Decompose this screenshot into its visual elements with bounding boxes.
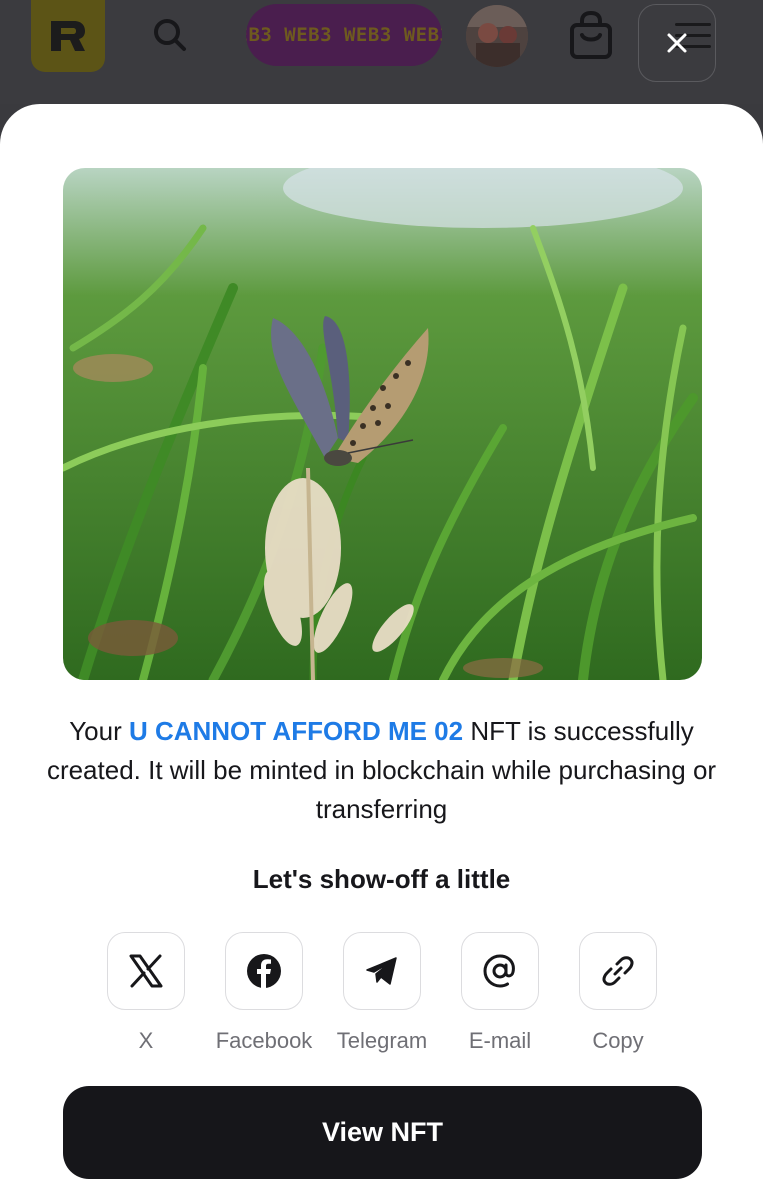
share-email-button[interactable]	[461, 932, 539, 1010]
share-label-telegram: Telegram	[336, 1028, 428, 1053]
share-telegram[interactable]: Telegram	[323, 932, 441, 1056]
success-message: Your U CANNOT AFFORD ME 02 NFT is succes…	[40, 712, 723, 829]
butterfly-photo	[63, 168, 702, 680]
view-nft-button[interactable]: View NFT	[63, 1086, 702, 1179]
share-options: X Facebook Telegram E-mail Copy	[87, 932, 677, 1056]
view-nft-label: View NFT	[321, 1117, 444, 1147]
shopping-bag-icon	[570, 11, 612, 59]
share-email[interactable]: E-mail	[441, 932, 559, 1056]
search-icon	[154, 19, 186, 51]
share-facebook-button[interactable]	[225, 932, 303, 1010]
x-logo-icon	[129, 954, 163, 988]
nft-name-link[interactable]: U CANNOT AFFORD ME 02	[129, 716, 463, 746]
nft-preview-image	[63, 168, 702, 680]
telegram-icon	[366, 957, 397, 985]
share-label-facebook: Facebook	[215, 1028, 313, 1053]
web3-marquee[interactable]: EB3 WEB3 WEB3 WEB3	[246, 4, 442, 66]
rarible-logo[interactable]	[31, 0, 105, 72]
close-icon	[667, 33, 687, 53]
share-label-copy: Copy	[592, 1028, 644, 1053]
search-button[interactable]	[145, 10, 195, 60]
share-label-email: E-mail	[468, 1028, 532, 1053]
marquee-text: EB3 WEB3 WEB3 WEB3	[246, 24, 442, 46]
close-modal-button[interactable]	[638, 4, 716, 82]
cart-button[interactable]	[563, 8, 619, 64]
share-title: Let's show-off a little	[252, 864, 511, 894]
facebook-icon	[247, 954, 281, 988]
avatar-image	[466, 5, 528, 67]
share-copy[interactable]: Copy	[559, 932, 677, 1056]
share-label-x: X	[138, 1028, 154, 1053]
at-sign-icon	[483, 954, 515, 988]
top-bar: EB3 WEB3 WEB3 WEB3	[0, 0, 763, 104]
copy-link-button[interactable]	[579, 932, 657, 1010]
message-prefix: Your	[69, 716, 129, 746]
user-avatar[interactable]	[466, 5, 528, 67]
share-x[interactable]: X	[87, 932, 205, 1056]
link-icon	[602, 956, 634, 986]
nft-created-modal: Your U CANNOT AFFORD ME 02 NFT is succes…	[0, 104, 763, 1200]
share-facebook[interactable]: Facebook	[205, 932, 323, 1056]
share-x-button[interactable]	[107, 932, 185, 1010]
logo-icon	[51, 21, 85, 51]
share-telegram-button[interactable]	[343, 932, 421, 1010]
